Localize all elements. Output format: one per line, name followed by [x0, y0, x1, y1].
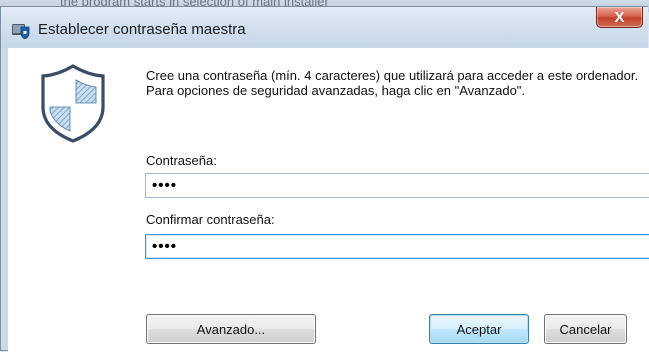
- password-label: Contraseña:: [146, 153, 217, 168]
- close-icon: X: [614, 8, 625, 26]
- cancel-button[interactable]: Cancelar: [544, 314, 627, 344]
- accept-button[interactable]: Aceptar: [429, 314, 529, 344]
- dialog-title: Establecer contraseña maestra: [38, 21, 246, 38]
- title-bar[interactable]: Establecer contraseña maestra X: [1, 7, 648, 47]
- advanced-button[interactable]: Avanzado...: [146, 314, 316, 344]
- master-password-dialog: Establecer contraseña maestra X Cree una…: [0, 6, 649, 352]
- lock-shield-icon: [12, 23, 30, 40]
- dialog-body: Cree una contraseña (mín. 4 caracteres) …: [8, 48, 649, 352]
- password-field[interactable]: ••••: [145, 173, 649, 198]
- advanced-button-label: Avanzado...: [196, 321, 266, 337]
- accept-button-label: Aceptar: [456, 321, 502, 337]
- close-button[interactable]: X: [596, 7, 643, 28]
- shield-icon: [40, 63, 106, 143]
- instructions-text: Cree una contraseña (mín. 4 caracteres) …: [146, 68, 639, 98]
- confirm-password-field[interactable]: ••••: [145, 234, 649, 259]
- cancel-button-label: Cancelar: [559, 321, 612, 337]
- confirm-password-label: Confirmar contraseña:: [146, 212, 275, 227]
